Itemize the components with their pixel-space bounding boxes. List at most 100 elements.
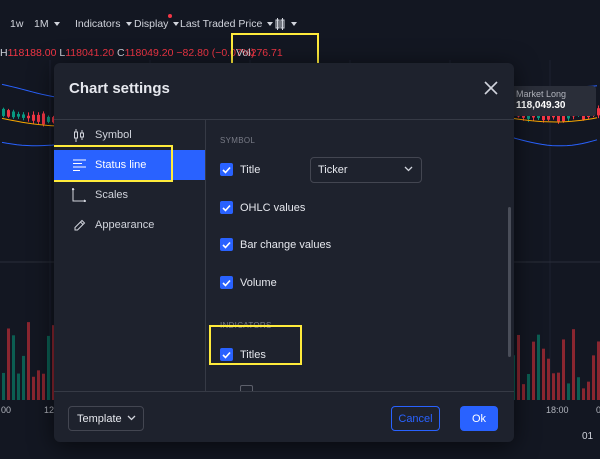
cancel-button[interactable]: Cancel (391, 406, 440, 431)
chevron-down-icon (267, 22, 274, 26)
volume-bar (27, 322, 30, 400)
volume-bar (42, 373, 45, 400)
volume-bar (12, 335, 15, 400)
scales-icon (72, 188, 86, 202)
bar-style-icon (275, 18, 285, 30)
sidebar-item-label: Status line (95, 159, 147, 171)
ohlc-values-label: OHLC values (240, 201, 306, 214)
chevron-down-icon (127, 415, 136, 421)
checkbox-checked-icon[interactable] (220, 348, 233, 361)
volume-bar (547, 358, 550, 400)
notification-dot (168, 14, 172, 18)
chevron-down-icon (173, 22, 180, 26)
chevron-down-icon (125, 22, 132, 26)
panel-scrollbar[interactable] (508, 207, 511, 357)
titles-checkbox-row[interactable]: Titles (220, 348, 266, 361)
checkbox-checked-icon[interactable] (220, 201, 233, 214)
volume-bar (567, 383, 570, 400)
volume-bar (7, 328, 10, 400)
pencil-icon (72, 218, 86, 232)
sidebar-item-symbol[interactable]: Symbol (54, 120, 205, 150)
status-line-icon (72, 158, 86, 172)
volume-bar (517, 334, 520, 400)
volume-bar (592, 355, 595, 400)
interval-1m-button[interactable]: 1M (34, 18, 60, 30)
bar-change-values-checkbox-row[interactable]: Bar change values (220, 238, 331, 251)
dialog-title: Chart settings (69, 80, 170, 97)
price-source-button[interactable]: Last Traded Price (180, 18, 274, 30)
titles-label: Titles (240, 348, 266, 361)
volume-bar (572, 329, 575, 400)
section-header-symbol: SYMBOL (220, 136, 256, 145)
volume-bar (562, 339, 565, 400)
volume-bar (22, 355, 25, 400)
price-source-label: Last Traded Price (180, 18, 263, 30)
time-axis-label: 0 (596, 405, 600, 415)
chevron-down-icon (291, 22, 297, 26)
market-long-title: Market Long (516, 89, 567, 99)
sidebar-item-label: Appearance (95, 219, 155, 231)
volume-bar (37, 370, 40, 400)
template-dropdown-button[interactable]: Template (68, 406, 144, 431)
volume-bar (47, 335, 50, 400)
chart-settings-dialog: Chart settings Symbol Status line Scales (54, 63, 514, 442)
interval-1m-label: 1M (34, 18, 49, 30)
volume-bar (587, 381, 590, 400)
time-axis-label: 00 (1, 405, 12, 415)
low-value: 118041.20 (65, 47, 115, 59)
checkbox-checked-icon[interactable] (220, 276, 233, 289)
settings-sidebar: Symbol Status line Scales Appearance (54, 119, 205, 391)
volume-bar (557, 372, 560, 400)
title-checkbox-row[interactable]: Title (220, 163, 260, 176)
divider (54, 391, 514, 392)
volume-checkbox-row[interactable]: Volume (220, 276, 277, 289)
volume-bar (542, 348, 545, 400)
bar-change-values-label: Bar change values (240, 238, 332, 251)
chevron-down-icon (404, 166, 413, 172)
interval-1w-button[interactable]: 1w (10, 18, 23, 30)
checkbox-checked-icon[interactable] (220, 238, 233, 251)
time-axis-label: 12 (44, 405, 55, 415)
volume-label: Volume (240, 276, 277, 289)
volume-bar (552, 373, 555, 400)
sidebar-item-appearance[interactable]: Appearance (54, 210, 205, 240)
volume-bar (577, 377, 580, 400)
section-header-indicators: INDICATORS (220, 321, 272, 330)
time-axis-label: 18:00 (546, 405, 569, 415)
close-label: C (117, 47, 125, 59)
compare-button[interactable] (274, 18, 297, 30)
sidebar-item-scales[interactable]: Scales (54, 180, 205, 210)
candlestick-icon (72, 128, 86, 142)
indicators-button[interactable]: Indicators (75, 18, 132, 30)
volume-bar (522, 384, 525, 400)
sidebar-item-status-line[interactable]: Status line (54, 150, 205, 180)
display-label: Display (134, 18, 169, 30)
chevron-down-icon (53, 22, 60, 26)
date-axis-label: 01 (582, 431, 594, 442)
high-value: 118188.00 (7, 47, 57, 59)
volume-bar (17, 373, 20, 400)
ok-button[interactable]: Ok (460, 406, 498, 431)
sidebar-item-label: Scales (95, 189, 129, 201)
indicators-label: Indicators (75, 18, 121, 30)
market-long-value: 118,049.30 (516, 100, 566, 111)
high-label: H (0, 47, 8, 59)
checkbox-checked-icon[interactable] (220, 163, 233, 176)
market-long-badge: Market Long 118,049.30 (508, 86, 596, 116)
volume-bar (32, 376, 35, 400)
volume-bar (537, 334, 540, 400)
status-line-panel[interactable]: SYMBOL Title Ticker OHLC values Bar chan… (206, 119, 514, 391)
close-icon[interactable] (482, 79, 500, 97)
ohlc-values-checkbox-row[interactable]: OHLC values (220, 201, 305, 214)
title-label: Title (240, 163, 261, 176)
volume-bar (582, 388, 585, 400)
sidebar-item-label: Symbol (95, 129, 132, 141)
ohlc-legend: H118188.00 L118041.20 C118049.20 −82.80 … (0, 47, 255, 59)
template-label: Template (77, 412, 122, 425)
volume-bar (2, 372, 5, 400)
display-button[interactable]: Display (134, 18, 180, 30)
close-value: 118049.20 (124, 47, 174, 59)
volume-bar (532, 341, 535, 400)
title-select-value: Ticker (318, 164, 348, 176)
title-select[interactable]: Ticker (310, 157, 422, 183)
